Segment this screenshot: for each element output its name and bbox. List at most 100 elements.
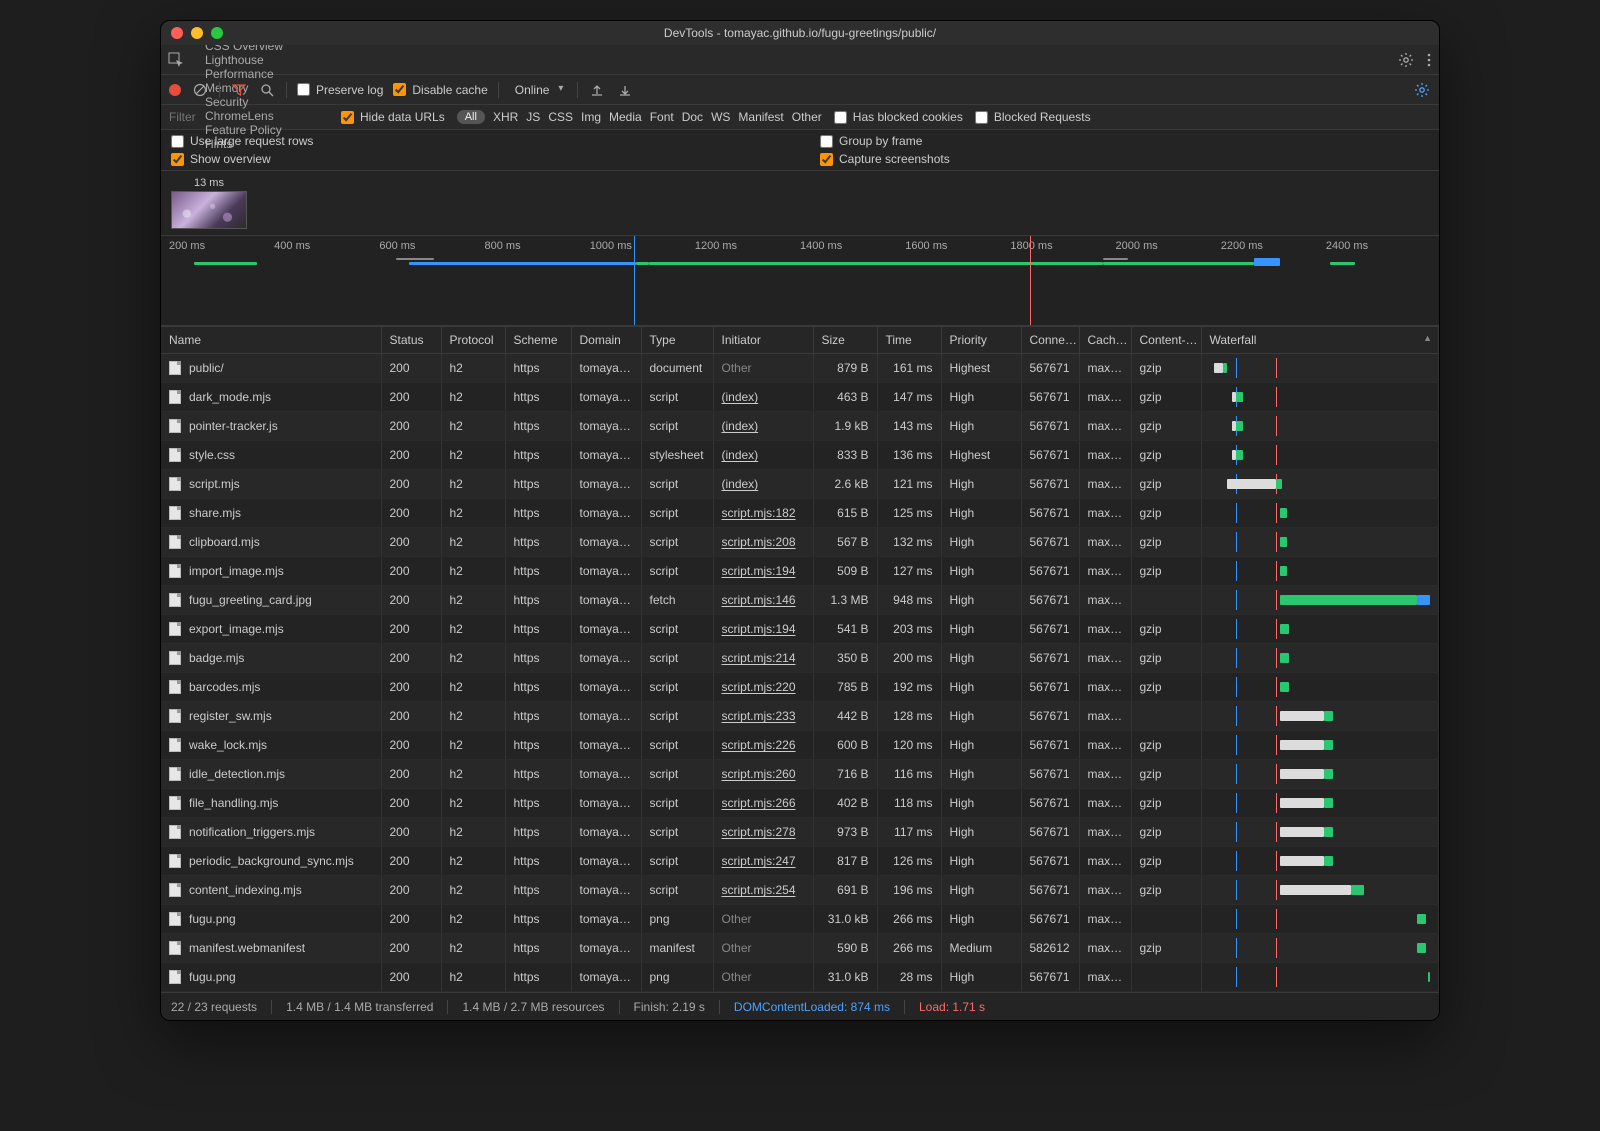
request-initiator[interactable]: script.mjs:194 — [722, 564, 796, 578]
request-row[interactable]: content_indexing.mjs200h2httpstomayac…sc… — [161, 876, 1439, 905]
request-row[interactable]: share.mjs200h2httpstomayac…scriptscript.… — [161, 499, 1439, 528]
request-row[interactable]: dark_mode.mjs200h2httpstomayac…script(in… — [161, 383, 1439, 412]
request-initiator[interactable]: (index) — [722, 419, 759, 433]
filter-type-doc[interactable]: Doc — [682, 110, 703, 124]
request-row[interactable]: idle_detection.mjs200h2httpstomayac…scri… — [161, 760, 1439, 789]
show-overview-checkbox[interactable]: Show overview — [171, 152, 780, 166]
requests-table[interactable]: NameStatusProtocolSchemeDomainTypeInitia… — [161, 326, 1439, 992]
group-by-frame-checkbox[interactable]: Group by frame — [820, 134, 1429, 148]
request-initiator[interactable]: script.mjs:220 — [722, 680, 796, 694]
tab-lighthouse[interactable]: Lighthouse — [195, 53, 293, 67]
filter-type-all[interactable]: All — [457, 110, 485, 124]
filter-type-other[interactable]: Other — [792, 110, 822, 124]
request-row[interactable]: export_image.mjs200h2httpstomayac…script… — [161, 615, 1439, 644]
column-header-size[interactable]: Size — [813, 327, 877, 354]
request-initiator[interactable]: script.mjs:226 — [722, 738, 796, 752]
column-header-type[interactable]: Type — [641, 327, 713, 354]
request-initiator[interactable]: script.mjs:266 — [722, 796, 796, 810]
timeline-overview[interactable]: 200 ms400 ms600 ms800 ms1000 ms1200 ms14… — [161, 236, 1439, 326]
column-header-status[interactable]: Status — [381, 327, 441, 354]
request-initiator[interactable]: script.mjs:233 — [722, 709, 796, 723]
request-row[interactable]: clipboard.mjs200h2httpstomayac…scriptscr… — [161, 528, 1439, 557]
request-connection: 567671 — [1021, 644, 1079, 673]
capture-screenshots-checkbox[interactable]: Capture screenshots — [820, 152, 1429, 166]
close-window-button[interactable] — [171, 27, 183, 39]
preserve-log-checkbox[interactable]: Preserve log — [297, 83, 383, 97]
large-rows-checkbox[interactable]: Use large request rows — [171, 134, 780, 148]
request-initiator[interactable]: script.mjs:208 — [722, 535, 796, 549]
filter-input[interactable] — [169, 110, 329, 124]
column-header-protocol[interactable]: Protocol — [441, 327, 505, 354]
throttling-select[interactable]: Online — [509, 81, 568, 99]
request-cache: max-… — [1079, 615, 1131, 644]
request-initiator[interactable]: script.mjs:182 — [722, 506, 796, 520]
request-row[interactable]: badge.mjs200h2httpstomayac…scriptscript.… — [161, 644, 1439, 673]
filter-type-js[interactable]: JS — [526, 110, 540, 124]
network-settings-gear-icon[interactable] — [1413, 81, 1431, 99]
request-row[interactable]: register_sw.mjs200h2httpstomayac…scripts… — [161, 702, 1439, 731]
request-initiator[interactable]: script.mjs:247 — [722, 854, 796, 868]
request-initiator[interactable]: (index) — [722, 477, 759, 491]
column-header-time[interactable]: Time — [877, 327, 941, 354]
timeline-tick: 600 ms — [379, 240, 484, 252]
request-row[interactable]: file_handling.mjs200h2httpstomayac…scrip… — [161, 789, 1439, 818]
request-time: 192 ms — [877, 673, 941, 702]
filter-type-css[interactable]: CSS — [548, 110, 573, 124]
column-header-scheme[interactable]: Scheme — [505, 327, 571, 354]
request-row[interactable]: fugu_greeting_card.jpg200h2httpstomayac…… — [161, 586, 1439, 615]
request-row[interactable]: style.css200h2httpstomayac…stylesheet(in… — [161, 441, 1439, 470]
timeline-tick: 1000 ms — [590, 240, 695, 252]
request-initiator[interactable]: script.mjs:194 — [722, 622, 796, 636]
request-row[interactable]: fugu.png200h2httpstomayac…pngOther31.0 k… — [161, 963, 1439, 992]
kebab-menu-icon[interactable] — [1425, 51, 1433, 69]
screenshot-thumbnail[interactable] — [171, 191, 247, 229]
request-row[interactable]: import_image.mjs200h2httpstomayac…script… — [161, 557, 1439, 586]
request-row[interactable]: wake_lock.mjs200h2httpstomayac…scriptscr… — [161, 731, 1439, 760]
request-initiator[interactable]: (index) — [722, 390, 759, 404]
filter-type-font[interactable]: Font — [650, 110, 674, 124]
record-button[interactable] — [169, 84, 181, 96]
request-row[interactable]: pointer-tracker.js200h2httpstomayac…scri… — [161, 412, 1439, 441]
request-initiator[interactable]: script.mjs:254 — [722, 883, 796, 897]
filter-type-ws[interactable]: WS — [711, 110, 730, 124]
settings-gear-icon[interactable] — [1397, 51, 1415, 69]
minimize-window-button[interactable] — [191, 27, 203, 39]
column-header-priority[interactable]: Priority — [941, 327, 1021, 354]
column-header-initiator[interactable]: Initiator — [713, 327, 813, 354]
request-row[interactable]: public/200h2httpstomayac…documentOther87… — [161, 354, 1439, 383]
request-type: script — [641, 789, 713, 818]
request-row[interactable]: manifest.webmanifest200h2httpstomayac…ma… — [161, 934, 1439, 963]
request-row[interactable]: fugu.png200h2httpstomayac…pngOther31.0 k… — [161, 905, 1439, 934]
column-header-name[interactable]: Name — [161, 327, 381, 354]
filter-type-img[interactable]: Img — [581, 110, 601, 124]
tab-performance[interactable]: Performance — [195, 67, 293, 81]
request-row[interactable]: periodic_background_sync.mjs200h2httpsto… — [161, 847, 1439, 876]
request-row[interactable]: script.mjs200h2httpstomayac…script(index… — [161, 470, 1439, 499]
request-initiator[interactable]: script.mjs:278 — [722, 825, 796, 839]
disable-cache-checkbox[interactable]: Disable cache — [393, 83, 487, 97]
blocked-requests-checkbox[interactable]: Blocked Requests — [975, 110, 1091, 124]
filter-type-xhr[interactable]: XHR — [493, 110, 518, 124]
request-row[interactable]: notification_triggers.mjs200h2httpstomay… — [161, 818, 1439, 847]
request-initiator[interactable]: script.mjs:214 — [722, 651, 796, 665]
request-initiator[interactable]: script.mjs:146 — [722, 593, 796, 607]
request-initiator[interactable]: script.mjs:260 — [722, 767, 796, 781]
upload-har-icon[interactable] — [588, 81, 606, 99]
column-header-domain[interactable]: Domain — [571, 327, 641, 354]
filter-funnel-icon[interactable] — [230, 81, 248, 99]
download-har-icon[interactable] — [616, 81, 634, 99]
inspect-element-icon[interactable] — [167, 51, 185, 69]
filter-type-manifest[interactable]: Manifest — [738, 110, 783, 124]
request-row[interactable]: barcodes.mjs200h2httpstomayac…scriptscri… — [161, 673, 1439, 702]
filter-type-media[interactable]: Media — [609, 110, 642, 124]
column-header-waterfall[interactable]: Waterfall — [1201, 327, 1439, 354]
column-header-content-[interactable]: Content-… — [1131, 327, 1201, 354]
request-initiator[interactable]: (index) — [722, 448, 759, 462]
hide-data-urls-checkbox[interactable]: Hide data URLs — [341, 110, 445, 124]
has-blocked-cookies-checkbox[interactable]: Has blocked cookies — [834, 110, 963, 124]
column-header-cach-[interactable]: Cach… — [1079, 327, 1131, 354]
column-header-conne-[interactable]: Conne… — [1021, 327, 1079, 354]
clear-icon[interactable] — [191, 81, 209, 99]
maximize-window-button[interactable] — [211, 27, 223, 39]
search-icon[interactable] — [258, 81, 276, 99]
